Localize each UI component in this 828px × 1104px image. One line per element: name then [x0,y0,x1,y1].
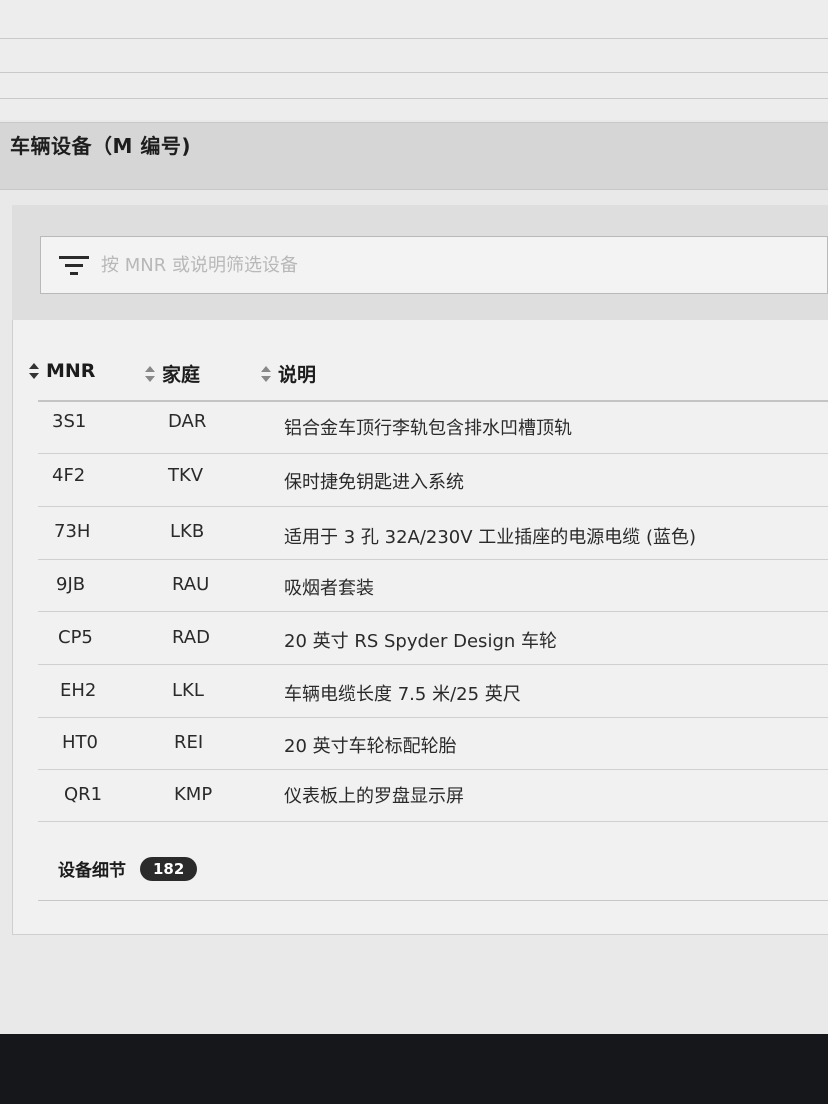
column-header-label: 家庭 [162,364,201,386]
table-row[interactable]: 73H LKB 适用于 3 孔 32A/230V 工业插座的电源电缆 (蓝色) [38,508,828,560]
details-label: 设备细节 [58,861,126,881]
cell-family: KMP [174,784,213,805]
cell-family: RAD [172,627,210,648]
cell-mnr: EH2 [60,680,97,701]
cell-mnr: 9JB [56,574,86,595]
filter-input[interactable] [40,236,828,294]
cell-mnr: 73H [54,521,91,542]
column-header-mnr[interactable]: MNR [28,360,95,382]
cell-description: 铝合金车顶行李轨包含排水凹槽顶轨 [284,418,572,439]
column-header-label: MNR [46,360,96,382]
count-badge: 182 [140,856,198,881]
cell-description: 20 英寸车轮标配轮胎 [284,736,457,757]
top-divider [0,72,828,73]
cell-family: DAR [168,411,207,432]
cell-family: LKL [172,680,204,701]
cell-description: 20 英寸 RS Spyder Design 车轮 [284,631,557,652]
sort-icon [261,365,271,382]
cell-mnr: QR1 [64,784,103,805]
table-row[interactable]: 9JB RAU 吸烟者套装 [38,560,828,612]
column-header-label: 说明 [278,364,317,386]
cell-mnr: 3S1 [52,411,87,432]
top-background [0,0,828,120]
table-row[interactable]: CP5 RAD 20 英寸 RS Spyder Design 车轮 [38,613,828,665]
cell-description: 保时捷免钥匙进入系统 [284,472,464,493]
filter-icon [59,256,89,275]
cell-description: 车辆电缆长度 7.5 米/25 英尺 [284,684,521,705]
cell-family: LKB [170,521,205,542]
details-divider [38,900,828,901]
cell-family: REI [174,732,204,753]
sort-icon [29,363,39,379]
equipment-details[interactable]: 设备细节 182 [58,856,198,881]
cell-family: RAU [172,574,210,595]
table-row[interactable]: EH2 LKL 车辆电缆长度 7.5 米/25 英尺 [38,666,828,718]
column-header-description[interactable]: 说明 [260,360,316,387]
cell-mnr: 4F2 [52,465,86,486]
cell-description: 适用于 3 孔 32A/230V 工业插座的电源电缆 (蓝色) [284,527,697,548]
table-row[interactable]: HT0 REI 20 英寸车轮标配轮胎 [38,718,828,770]
monitor-bezel [0,1034,828,1104]
cell-family: TKV [168,465,204,486]
column-header-family[interactable]: 家庭 [144,360,200,387]
sort-icon [145,365,155,382]
table-row[interactable]: 4F2 TKV 保时捷免钥匙进入系统 [38,455,828,507]
cell-description: 吸烟者套装 [284,578,374,599]
cell-mnr: CP5 [58,627,93,648]
top-divider [0,38,828,39]
section-title: 车辆设备（M 编号) [10,134,192,158]
cell-mnr: HT0 [62,732,98,753]
table-row[interactable]: QR1 KMP 仪表板上的罗盘显示屏 [38,770,828,822]
top-divider [0,98,828,99]
table-row[interactable]: 3S1 DAR 铝合金车顶行李轨包含排水凹槽顶轨 [38,402,828,454]
cell-description: 仪表板上的罗盘显示屏 [284,786,464,807]
